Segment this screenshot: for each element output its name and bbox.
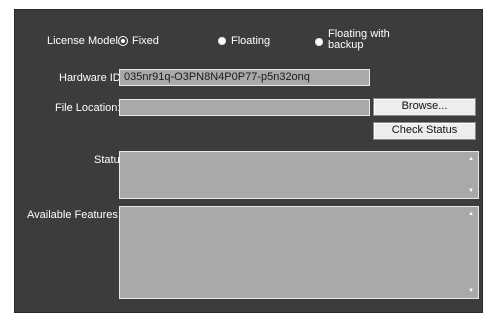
scroll-down-icon[interactable]: ▼ [465, 287, 477, 295]
available-features-list[interactable]: ▲ ▼ [119, 206, 479, 299]
file-location-label: File Location: [55, 102, 121, 114]
radio-floating-backup[interactable]: Floating with backup [315, 29, 390, 51]
features-scrollbar[interactable]: ▲ ▼ [465, 208, 477, 297]
hardware-id-field[interactable]: 035nr91q-O3PN8N4P0P77-p5n32onq [119, 69, 370, 86]
radio-floating-backup-label-line2: backup [328, 39, 364, 51]
scroll-down-icon[interactable]: ▼ [465, 187, 477, 195]
status-scrollbar[interactable]: ▲ ▼ [465, 153, 477, 197]
radio-floating-unchecked-icon [218, 37, 226, 45]
browse-button[interactable]: Browse... [373, 98, 476, 116]
radio-floating[interactable]: Floating [218, 34, 270, 48]
radio-floating-backup-unchecked-icon [315, 38, 323, 46]
status-textarea[interactable]: ▲ ▼ [119, 151, 479, 199]
license-panel: License Model: Fixed Floating Floating w… [14, 9, 483, 313]
radio-fixed[interactable]: Fixed [119, 34, 159, 48]
radio-floating-backup-text: Floating with backup [328, 29, 390, 51]
check-status-button[interactable]: Check Status [373, 122, 476, 140]
radio-floating-label: Floating [231, 35, 271, 47]
radio-fixed-checked-icon [119, 37, 127, 45]
scroll-up-icon[interactable]: ▲ [465, 210, 477, 218]
available-features-label: Available Features: [27, 209, 121, 221]
file-location-field[interactable] [119, 99, 370, 116]
scroll-up-icon[interactable]: ▲ [465, 155, 477, 163]
license-model-label: License Model: [47, 35, 121, 47]
radio-fixed-label: Fixed [132, 35, 159, 47]
hardware-id-label: Hardware ID: [59, 72, 124, 84]
